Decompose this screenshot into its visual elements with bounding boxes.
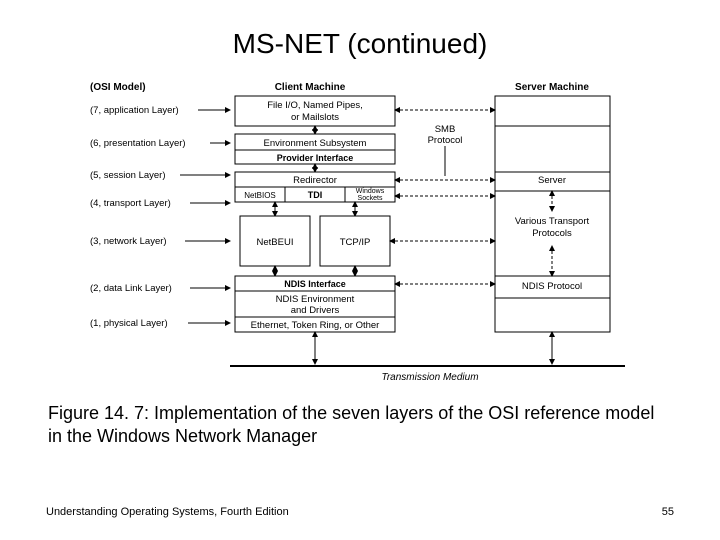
footer-source: Understanding Operating Systems, Fourth … [46,506,289,518]
svg-text:Protocol: Protocol [428,135,463,146]
svg-text:(7, application Layer): (7, application Layer) [90,105,179,116]
osi-header: (OSI Model) [90,82,146,93]
svg-text:(3, network Layer): (3, network Layer) [90,236,167,247]
svg-text:Ethernet, Token Ring, or Other: Ethernet, Token Ring, or Other [251,320,380,331]
svg-text:Protocols: Protocols [532,228,572,239]
svg-text:TCP/IP: TCP/IP [340,237,371,248]
osi-layer-4: (4, transport Layer) [90,198,230,209]
svg-text:NetBEUI: NetBEUI [257,237,294,248]
svg-text:NDIS Environment: NDIS Environment [276,294,355,305]
svg-text:NDIS Interface: NDIS Interface [284,279,346,289]
osi-layer-7: (7, application Layer) [90,105,230,116]
svg-text:Various Transport: Various Transport [515,216,590,227]
osi-layer-1: (1, physical Layer) [90,318,230,329]
figure-caption: Figure 14. 7: Implementation of the seve… [48,402,672,449]
svg-text:Environment Subsystem: Environment Subsystem [264,138,367,149]
svg-text:(1, physical Layer): (1, physical Layer) [90,318,168,329]
server-header: Server Machine [515,82,589,93]
svg-text:File I/O, Named Pipes,: File I/O, Named Pipes, [267,100,363,111]
svg-text:NDIS Protocol: NDIS Protocol [522,281,582,292]
svg-text:Provider Interface: Provider Interface [277,153,354,163]
svg-text:(5, session Layer): (5, session Layer) [90,170,166,181]
svg-text:NetBIOS: NetBIOS [244,191,276,200]
svg-text:(6, presentation Layer): (6, presentation Layer) [90,138,186,149]
client-stack: File I/O, Named Pipes, or Mailslots Envi… [235,96,395,364]
client-header: Client Machine [275,82,346,93]
osi-diagram: (OSI Model) Client Machine Server Machin… [80,76,640,386]
svg-text:Server: Server [538,175,566,186]
svg-text:or Mailslots: or Mailslots [291,112,339,123]
svg-text:Sockets: Sockets [358,195,383,202]
osi-layer-2: (2, data Link Layer) [90,283,230,294]
svg-text:SMB: SMB [435,124,456,135]
osi-layer-5: (5, session Layer) [90,170,230,181]
server-stack: Server Various Transport Protocols NDIS … [495,96,610,364]
osi-layer-3: (3, network Layer) [90,236,230,247]
svg-text:and Drivers: and Drivers [291,305,340,316]
slide-title: MS-NET (continued) [0,0,720,76]
transmission-label: Transmission Medium [381,372,478,383]
svg-text:Windows: Windows [356,188,385,195]
svg-text:(4, transport Layer): (4, transport Layer) [90,198,171,209]
svg-text:(2, data Link Layer): (2, data Link Layer) [90,283,172,294]
smb-label: SMB Protocol [428,124,463,176]
svg-text:Redirector: Redirector [293,175,337,186]
osi-layer-6: (6, presentation Layer) [90,138,230,149]
page-number: 55 [662,506,674,518]
svg-text:TDI: TDI [308,190,323,200]
